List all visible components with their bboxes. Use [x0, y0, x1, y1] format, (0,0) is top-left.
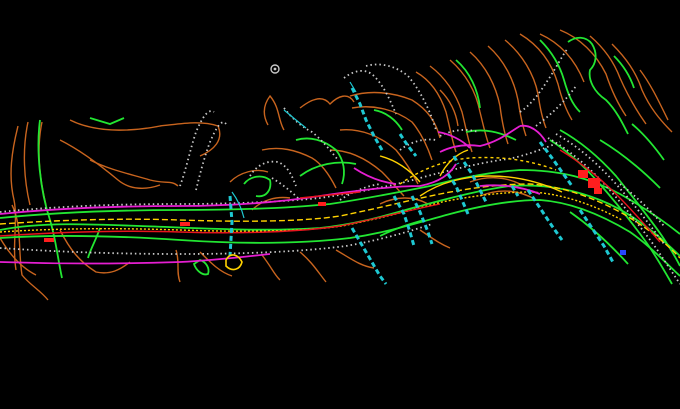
- cad-drawing[interactable]: [0, 0, 680, 409]
- cad-viewport[interactable]: [0, 0, 680, 409]
- blue-marker: [620, 250, 626, 255]
- contour-lines: [0, 29, 673, 301]
- road-centerlines: [0, 149, 680, 259]
- survey-lines: [0, 47, 680, 285]
- crosshair-icon[interactable]: [270, 64, 280, 74]
- edge-lines: [0, 36, 680, 285]
